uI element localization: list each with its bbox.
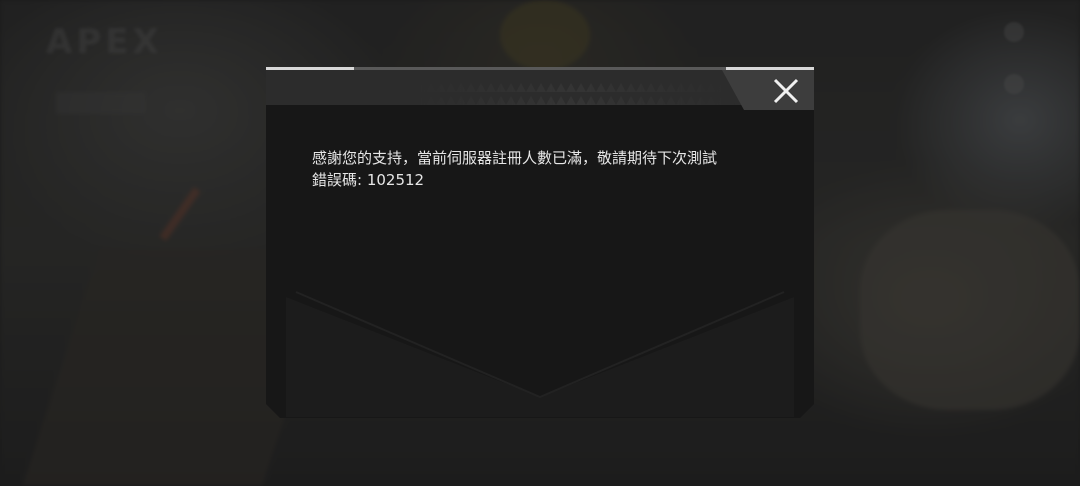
close-x-icon bbox=[772, 77, 800, 105]
dialog-message: 感謝您的支持，當前伺服器註冊人數已滿，敬請期待下次測試 錯誤碼: 102512 bbox=[312, 147, 762, 191]
dialog-top-border bbox=[266, 67, 814, 70]
dialog-chevron-decoration bbox=[266, 67, 814, 418]
header-triangle-pattern bbox=[406, 79, 736, 105]
top-border-highlight-right bbox=[726, 67, 814, 70]
error-code-value: 102512 bbox=[366, 171, 425, 189]
error-code-line: 錯誤碼: 102512 bbox=[312, 169, 762, 191]
error-code-label: 錯誤碼: bbox=[312, 171, 363, 189]
error-dialog: 感謝您的支持，當前伺服器註冊人數已滿，敬請期待下次測試 錯誤碼: 102512 bbox=[266, 67, 814, 418]
top-border-highlight-left bbox=[266, 67, 354, 70]
message-text: 感謝您的支持，當前伺服器註冊人數已滿，敬請期待下次測試 bbox=[312, 149, 718, 167]
